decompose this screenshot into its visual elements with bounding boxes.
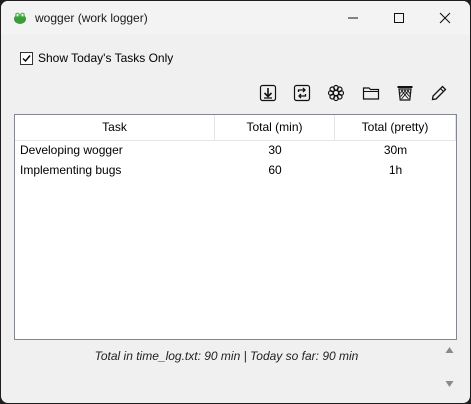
scroll-up-icon[interactable] xyxy=(445,346,454,354)
total-pretty-cell: 1h xyxy=(388,163,403,177)
maximize-button[interactable] xyxy=(376,1,422,35)
tasks-table[interactable]: Task Total (min) Total (pretty) Developi… xyxy=(14,114,457,340)
scroll-down-icon[interactable] xyxy=(445,380,454,388)
table-row[interactable]: Implementing bugs 60 1h xyxy=(15,160,456,180)
table-row[interactable]: Developing wogger 30 30m xyxy=(15,140,456,160)
delete-button[interactable] xyxy=(394,82,416,104)
app-window: wogger (work logger) Show Today's Tasks … xyxy=(1,1,470,403)
title-bar[interactable]: wogger (work logger) xyxy=(1,1,470,35)
today-only-label[interactable]: Show Today's Tasks Only xyxy=(38,51,173,65)
task-cell: Implementing bugs xyxy=(20,163,122,177)
open-folder-button[interactable] xyxy=(360,82,382,104)
settings-button[interactable] xyxy=(325,82,347,104)
download-button[interactable] xyxy=(257,82,279,104)
minimize-icon xyxy=(348,17,358,19)
minimize-button[interactable] xyxy=(330,1,376,35)
maximize-icon xyxy=(394,13,404,23)
trash-icon xyxy=(397,86,413,101)
settings-icon xyxy=(327,84,345,102)
edit-button[interactable] xyxy=(428,82,450,104)
pencil-icon xyxy=(431,85,447,101)
column-header-total-min[interactable]: Total (min) xyxy=(215,115,335,140)
folder-icon xyxy=(362,87,380,100)
close-icon xyxy=(439,12,451,24)
status-scrollbar[interactable] xyxy=(442,344,456,392)
refresh-icon xyxy=(293,84,311,102)
total-pretty-cell: 30m xyxy=(383,143,408,157)
column-header-total-pretty[interactable]: Total (pretty) xyxy=(335,115,456,140)
table-header: Task Total (min) Total (pretty) xyxy=(15,115,456,141)
checkmark-icon xyxy=(22,55,31,63)
close-button[interactable] xyxy=(422,1,468,35)
window-title: wogger (work logger) xyxy=(35,11,148,25)
total-min-cell: 60 xyxy=(268,163,282,177)
total-min-cell: 30 xyxy=(268,143,282,157)
refresh-button[interactable] xyxy=(291,82,313,104)
app-logo-icon xyxy=(14,12,26,24)
today-only-checkbox[interactable] xyxy=(20,52,33,65)
column-header-task[interactable]: Task xyxy=(15,115,215,140)
task-cell: Developing wogger xyxy=(20,143,123,157)
status-text: Total in time_log.txt: 90 min | Today so… xyxy=(94,349,359,363)
download-icon xyxy=(259,84,277,102)
